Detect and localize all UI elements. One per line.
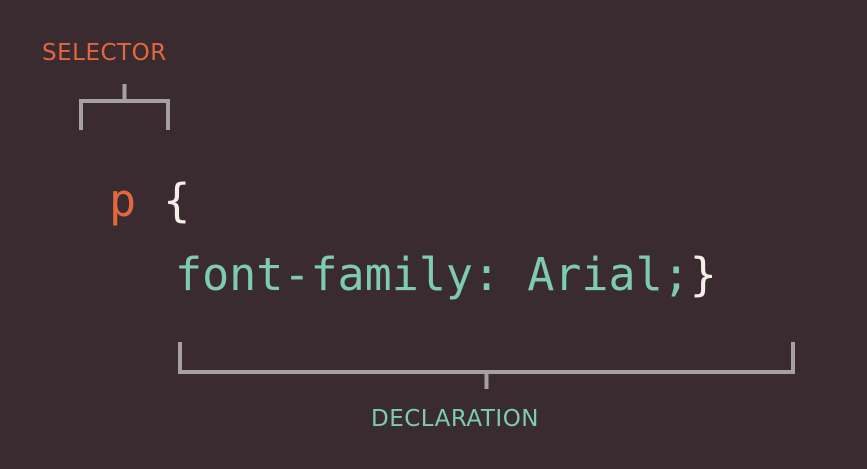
declaration-token: font-family: Arial; [175,248,690,301]
selector-token: p [109,174,137,227]
declaration-label: DECLARATION [371,406,540,432]
close-brace-token: } [689,248,717,301]
code-line-declaration: font-family: Arial;} [175,252,717,297]
css-rule-diagram: { "labels": { "selector": "SELECTOR", "d… [0,0,867,469]
brackets-layer [79,84,795,389]
selector-bracket [79,84,170,130]
code-line-selector: p { [109,178,190,223]
open-brace-token: { [163,174,191,227]
declaration-bracket [178,342,795,389]
